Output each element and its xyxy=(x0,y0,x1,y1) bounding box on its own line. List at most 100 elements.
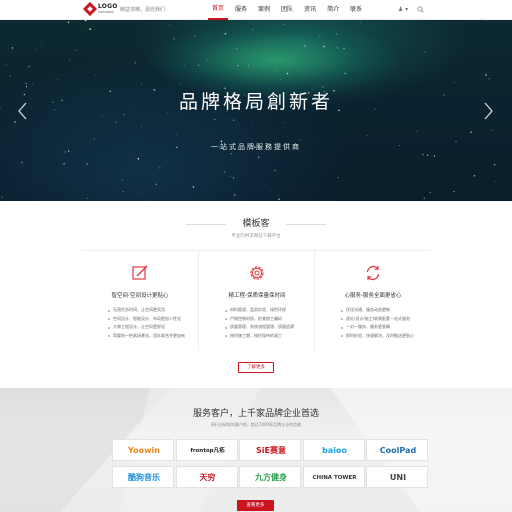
star xyxy=(57,79,59,80)
view-more-button[interactable]: 查看更多 xyxy=(237,500,274,511)
list-item: 即时检验、快速解决、及时推送更贴心 xyxy=(341,332,414,341)
star xyxy=(134,62,136,64)
star xyxy=(270,190,271,192)
client-logo-text: 天穷 xyxy=(199,473,216,482)
client-logo-text: Yoowin xyxy=(128,446,160,455)
star xyxy=(283,23,285,25)
star xyxy=(247,64,249,66)
prev-slide-arrow-icon[interactable] xyxy=(16,101,30,121)
star xyxy=(495,181,497,183)
client-logo[interactable]: frontop凡拓 xyxy=(175,439,238,461)
client-logo-text: UNI xyxy=(389,473,407,482)
star xyxy=(229,175,231,177)
nav-item-cases[interactable]: 案例 xyxy=(254,0,274,20)
star xyxy=(28,65,30,68)
list-item: 无限任务时间，让空间更实用 xyxy=(108,306,185,315)
top-header: LOGO company 精益求精，源自我们 首页 服务 案例 团队 资讯 简介… xyxy=(0,0,512,20)
user-menu-button[interactable]: ♟ ▾ xyxy=(392,4,414,16)
star xyxy=(337,176,339,178)
star xyxy=(25,86,28,88)
learn-more-button[interactable]: 了解更多 xyxy=(238,362,274,373)
logo-mark-icon xyxy=(82,1,98,17)
client-logo[interactable]: 酷狗音乐 xyxy=(112,466,174,488)
client-logo-text: 酷狗音乐 xyxy=(128,473,160,482)
star xyxy=(115,121,117,124)
star xyxy=(318,35,321,37)
star xyxy=(230,153,232,155)
client-logo[interactable]: UNI xyxy=(366,466,428,488)
client-logo-text: SiE赛意 xyxy=(256,446,286,455)
clients-title: 服务客户，上千家品牌企业首选 xyxy=(192,409,319,419)
list-item: 质量管理、系统流程管理、质量追溯 xyxy=(225,323,294,332)
clients-subtitle: 网行自研发的客户前，超过1000家品牌企业的信赖 xyxy=(210,422,302,427)
list-item: 简要的一把具场景化，团队联合齐更加有 xyxy=(108,332,185,341)
service-column-title: 智空间-空间设计更贴心 xyxy=(111,293,169,299)
service-column-service: 心服务-服务全面更省心 优化沟通，服务动态更新 选址/设计/施工/软装配套一站式… xyxy=(314,251,430,351)
client-logo[interactable]: 九方健身 xyxy=(239,466,301,488)
star xyxy=(429,192,431,194)
star xyxy=(39,179,40,180)
star xyxy=(491,129,493,131)
star xyxy=(473,174,476,177)
star xyxy=(344,72,346,75)
star xyxy=(453,191,455,193)
star xyxy=(257,156,260,158)
star xyxy=(159,167,161,169)
list-item: 大神工程设计，让空间更舒适 xyxy=(108,323,185,332)
star xyxy=(284,122,286,124)
service-feature-list: 优化沟通，服务动态更新 选址/设计/施工/软装配套一站式服务 一对一服务、服务更… xyxy=(341,306,414,340)
star xyxy=(86,197,88,199)
services-title: 模板客 xyxy=(242,219,270,229)
star xyxy=(304,45,306,47)
service-column-engineering: 精工程-保质保量保时间 材料管理、监测实验、绿色环保 严格控制材质，检查修工编码… xyxy=(198,251,314,351)
next-slide-arrow-icon[interactable] xyxy=(481,101,495,121)
star xyxy=(137,157,140,160)
star xyxy=(370,77,372,79)
star xyxy=(470,131,472,133)
client-logo[interactable]: SiE赛意 xyxy=(239,439,301,461)
client-logo-text: CHINA TOWER xyxy=(312,475,357,481)
nav-item-contact[interactable]: 联系 xyxy=(346,0,366,20)
client-logo[interactable]: Yoowin xyxy=(112,439,174,461)
star xyxy=(232,177,235,179)
company-logo[interactable]: LOGO company xyxy=(82,1,118,17)
logo-text: LOGO xyxy=(98,3,118,10)
star xyxy=(232,119,235,122)
star xyxy=(123,113,125,116)
star xyxy=(192,186,195,188)
star xyxy=(404,44,406,46)
star xyxy=(121,179,123,181)
star xyxy=(206,59,208,61)
star xyxy=(485,20,487,21)
star xyxy=(423,197,426,199)
edit-icon xyxy=(132,265,148,280)
star xyxy=(89,28,92,30)
refresh-icon xyxy=(366,265,380,281)
star xyxy=(299,139,301,141)
star xyxy=(416,130,418,132)
star xyxy=(168,24,170,26)
star xyxy=(237,64,239,67)
star xyxy=(35,48,37,50)
client-logo-text: CoolPad xyxy=(379,446,417,455)
service-column-title: 精工程-保质保量保时间 xyxy=(228,293,286,299)
client-logo[interactable]: CoolPad xyxy=(366,439,428,461)
nav-item-about[interactable]: 简介 xyxy=(323,0,343,20)
client-logo[interactable]: baioo xyxy=(302,439,365,461)
star xyxy=(485,74,487,76)
search-icon[interactable] xyxy=(417,6,424,13)
star xyxy=(86,163,88,165)
list-item: 按时施工期，按约保持的竣工 xyxy=(225,332,294,341)
star xyxy=(184,64,185,66)
client-logo[interactable]: CHINA TOWER xyxy=(302,466,365,488)
star xyxy=(226,119,228,120)
nav-item-home[interactable]: 首页 xyxy=(208,0,229,20)
client-logo[interactable]: 天穷 xyxy=(175,466,238,488)
star xyxy=(193,35,196,38)
nav-item-services[interactable]: 服务 xyxy=(231,0,251,20)
star xyxy=(1,196,3,198)
nav-item-news[interactable]: 资讯 xyxy=(300,0,320,20)
star xyxy=(102,115,103,116)
star xyxy=(176,133,178,135)
nav-item-team[interactable]: 团队 xyxy=(277,0,297,20)
